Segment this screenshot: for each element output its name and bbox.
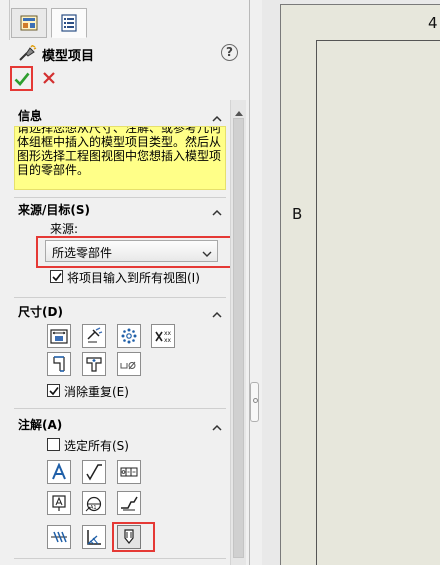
model-items-icon xyxy=(18,44,38,66)
section-divider xyxy=(14,558,226,559)
panel-splitter[interactable] xyxy=(250,0,262,565)
confirm-button[interactable] xyxy=(10,66,33,91)
import-all-views-checkbox[interactable] xyxy=(50,270,63,283)
panel-title-row: 模型项目 ? xyxy=(14,44,244,64)
info-message-text: 请选择您想从尺寸、注解、或参考几何体组框中插入的模型项目类型。然后从图形选择工程… xyxy=(17,126,222,177)
hole-wizard-location-icon xyxy=(86,357,102,372)
note-icon xyxy=(52,463,66,480)
tab-bar-edge xyxy=(0,0,10,40)
drawing-border xyxy=(316,40,440,565)
marked-for-drawing-button[interactable] xyxy=(47,324,71,348)
checkmark-icon xyxy=(52,273,62,282)
hole-callout-button[interactable] xyxy=(117,352,141,376)
hole-wizard-profile-button[interactable] xyxy=(47,352,71,376)
panel-scrollbar[interactable] xyxy=(230,100,246,565)
help-icon[interactable]: ? xyxy=(221,44,238,61)
select-all-label: 选定所有(S) xyxy=(64,439,129,453)
surface-finish-button[interactable] xyxy=(82,460,106,484)
tolerance-dimension-icon: xx xx xyxy=(155,330,172,344)
section-title-source-target: 来源/目标(S) xyxy=(18,203,90,217)
datum-target-icon: A1 xyxy=(85,496,102,512)
import-all-views-label: 将项目输入到所有视图(I) xyxy=(67,271,200,285)
datum-feature-icon xyxy=(87,530,101,545)
collapse-annotations-chevron-up-icon[interactable] xyxy=(212,420,222,431)
panel-tab-bar xyxy=(0,0,250,40)
eliminate-duplicates-label: 消除重复(E) xyxy=(64,385,129,399)
svg-text:xx: xx xyxy=(164,337,172,344)
annotation-highlight-frame xyxy=(112,522,155,552)
eliminate-duplicates-checkbox[interactable] xyxy=(47,384,60,397)
hole-wizard-location-button[interactable] xyxy=(82,352,106,376)
geometric-tolerance-button[interactable] xyxy=(117,460,141,484)
tolerance-dimension-button[interactable]: xx xx xyxy=(151,324,175,348)
panel-title: 模型项目 xyxy=(42,49,95,64)
datum-feature-button[interactable] xyxy=(82,525,106,549)
weld-symbol-icon xyxy=(121,496,138,511)
datum-target-button[interactable]: A1 xyxy=(82,491,106,515)
not-marked-for-drawing-button[interactable] xyxy=(82,324,106,348)
collapse-source-chevron-up-icon[interactable] xyxy=(212,205,222,216)
collapse-info-chevron-up-icon[interactable] xyxy=(212,111,222,122)
hole-wizard-profile-icon xyxy=(53,356,65,372)
cancel-button[interactable] xyxy=(42,71,56,88)
cosmetic-thread-icon xyxy=(51,531,67,543)
balloon-icon xyxy=(52,495,66,511)
cosmetic-thread-button[interactable] xyxy=(47,525,71,549)
sheet-zone-column-label: 4 xyxy=(428,14,438,32)
section-title-info: 信息 xyxy=(18,109,43,123)
instance-count-icon xyxy=(121,328,137,344)
source-label: 来源: xyxy=(50,222,79,236)
tab-feature-manager[interactable] xyxy=(11,8,47,38)
section-divider xyxy=(14,408,226,409)
source-highlight-frame xyxy=(36,236,243,268)
section-divider xyxy=(14,297,226,298)
section-title-dimensions: 尺寸(D) xyxy=(18,305,63,319)
scrollbar-thumb[interactable] xyxy=(233,118,244,558)
splitter-handle[interactable] xyxy=(250,382,259,422)
not-marked-for-drawing-icon xyxy=(87,327,103,343)
select-all-checkbox[interactable] xyxy=(47,438,60,451)
scroll-up-arrow-icon[interactable] xyxy=(235,105,243,119)
hole-callout-icon xyxy=(120,361,136,370)
balloon-button[interactable] xyxy=(47,491,71,515)
geometric-tolerance-icon xyxy=(120,467,138,477)
close-icon xyxy=(43,72,55,84)
instance-count-button[interactable] xyxy=(117,324,141,348)
section-title-annotations: 注解(A) xyxy=(18,418,63,432)
weld-symbol-button[interactable] xyxy=(117,491,141,515)
note-button[interactable] xyxy=(47,460,71,484)
info-message-box: 请选择您想从尺寸、注解、或参考几何体组框中插入的模型项目类型。然后从图形选择工程… xyxy=(14,126,226,190)
property-manager-panel: 模型项目 ? 信息 请选择您想从尺寸、注解、或参考几何体组框中插入的模型项目类型… xyxy=(0,0,250,565)
section-divider xyxy=(14,197,226,198)
sheet-zone-row-label: B xyxy=(292,205,303,223)
tab-property-manager[interactable] xyxy=(51,8,87,38)
svg-text:xx: xx xyxy=(164,330,172,337)
marked-for-drawing-icon xyxy=(50,329,68,344)
svg-text:A1: A1 xyxy=(90,505,97,511)
collapse-dimensions-chevron-up-icon[interactable] xyxy=(212,307,222,318)
splitter-grip-icon xyxy=(253,398,258,403)
checkmark-icon xyxy=(49,387,59,396)
surface-finish-icon xyxy=(86,464,102,481)
